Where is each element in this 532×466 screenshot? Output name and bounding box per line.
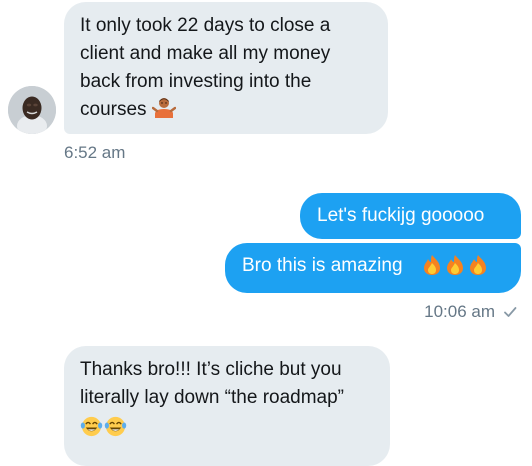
message-text: It only took 22 days to close a client a… — [80, 15, 331, 120]
fire-emoji — [444, 254, 466, 283]
tears-of-joy-emoji — [80, 415, 103, 447]
message-text: Bro this is amazing — [242, 255, 403, 276]
message-timestamp: 6:52 am — [64, 143, 126, 162]
outgoing-message[interactable]: Let's fuckijg gooooo — [300, 193, 521, 239]
incoming-message[interactable]: It only took 22 days to close a client a… — [64, 2, 388, 134]
message-timestamp: 10:06 am — [424, 302, 517, 324]
message-text: Thanks bro!!! It’s cliche but you litera… — [80, 359, 345, 408]
fire-emoji — [467, 254, 489, 283]
outgoing-message[interactable]: Bro this is amazing — [225, 243, 521, 293]
checkmark-icon — [503, 304, 517, 324]
tears-of-joy-emoji — [104, 415, 127, 447]
fire-emoji — [421, 254, 443, 283]
avatar-image — [8, 86, 56, 134]
contact-avatar[interactable] — [8, 86, 56, 134]
incoming-message[interactable]: Thanks bro!!! It’s cliche but you litera… — [64, 346, 390, 466]
person-shrugging-emoji — [151, 96, 177, 129]
message-text: Let's fuckijg gooooo — [317, 205, 485, 226]
